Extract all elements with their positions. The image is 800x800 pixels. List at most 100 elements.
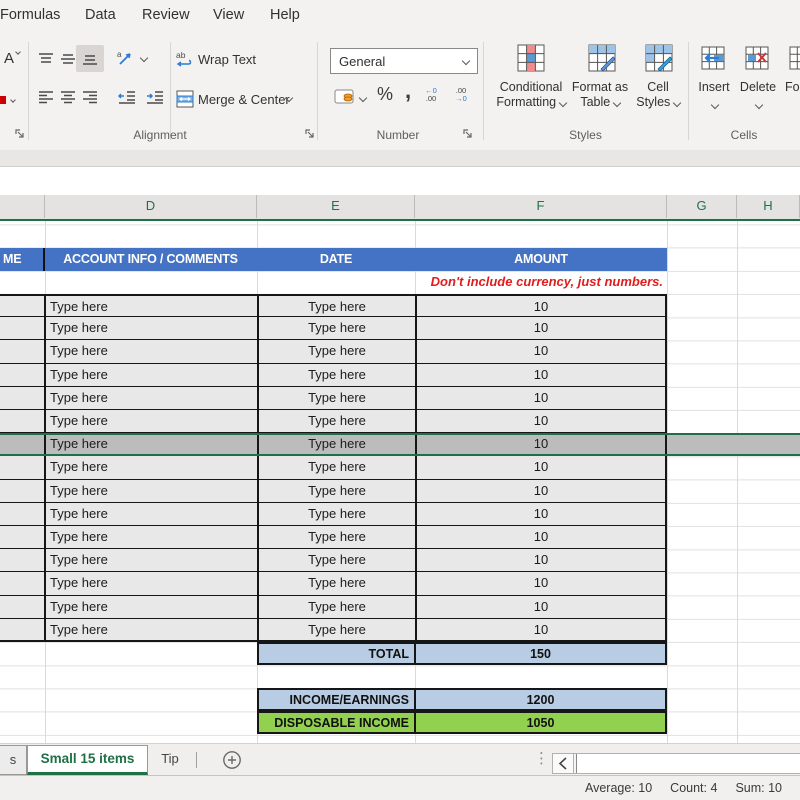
- disposable-label-cell[interactable]: DISPOSABLE INCOME: [257, 711, 415, 734]
- font-color-swatch-fragment[interactable]: [0, 96, 6, 104]
- cell-c[interactable]: [0, 363, 44, 387]
- dialog-launcher-icon[interactable]: [462, 128, 474, 140]
- cell-e[interactable]: Type here: [257, 435, 415, 455]
- cell-d[interactable]: Type here: [44, 340, 257, 364]
- cell-e[interactable]: Type here: [257, 386, 415, 410]
- sheet-tab-active[interactable]: Small 15 items: [27, 745, 148, 775]
- income-label-cell[interactable]: INCOME/EARNINGS: [257, 688, 415, 711]
- delete-button[interactable]: Delete: [736, 80, 780, 95]
- cell-c[interactable]: [0, 549, 44, 573]
- cell-c[interactable]: [0, 317, 44, 341]
- merge-center-icon[interactable]: [176, 90, 194, 108]
- cell-c[interactable]: [0, 595, 44, 619]
- wrap-text-icon[interactable]: ab: [176, 50, 194, 68]
- align-left-icon[interactable]: [38, 89, 54, 105]
- cell-f[interactable]: 10: [415, 340, 667, 364]
- font-size-fragment[interactable]: A: [4, 50, 14, 67]
- format-button-fragment[interactable]: Fo: [785, 80, 800, 95]
- horizontal-scrollbar[interactable]: [552, 753, 800, 774]
- cell-f[interactable]: 10: [415, 386, 667, 410]
- cell-c[interactable]: [0, 572, 44, 596]
- cell-d[interactable]: Type here: [44, 386, 257, 410]
- conditional-formatting-icon[interactable]: [517, 44, 545, 72]
- cell-e[interactable]: Type here: [257, 502, 415, 526]
- wrap-text-button[interactable]: Wrap Text: [198, 52, 256, 67]
- delete-cells-icon[interactable]: [745, 46, 769, 70]
- cell-f[interactable]: 10: [415, 363, 667, 387]
- cell-f[interactable]: 10: [415, 410, 667, 434]
- cell-f[interactable]: 10: [415, 317, 667, 341]
- cell-e[interactable]: Type here: [257, 456, 415, 480]
- ribbon-tab-review[interactable]: Review: [142, 7, 190, 23]
- comma-style-icon[interactable]: ,: [405, 78, 411, 104]
- orientation-icon[interactable]: a: [116, 48, 136, 68]
- cell-f[interactable]: 10: [415, 502, 667, 526]
- cell-e[interactable]: Type here: [257, 618, 415, 642]
- cell-e[interactable]: Type here: [257, 294, 415, 318]
- cell-c[interactable]: [0, 456, 44, 480]
- cell-e[interactable]: Type here: [257, 549, 415, 573]
- column-header-D[interactable]: D: [45, 195, 257, 218]
- cell-d[interactable]: Type here: [44, 456, 257, 480]
- cell-e[interactable]: Type here: [257, 595, 415, 619]
- decrease-indent-icon[interactable]: [118, 89, 136, 105]
- sheet-tab-fragment[interactable]: s: [0, 745, 27, 775]
- top-align-icon[interactable]: [38, 51, 54, 67]
- format-as-table-icon[interactable]: [588, 44, 616, 72]
- cell-d[interactable]: Type here: [44, 294, 257, 318]
- dialog-launcher-icon[interactable]: [304, 128, 316, 140]
- dialog-launcher-icon[interactable]: [14, 128, 26, 140]
- cell-d[interactable]: Type here: [44, 410, 257, 434]
- cell-e[interactable]: Type here: [257, 340, 415, 364]
- cell-e[interactable]: Type here: [257, 479, 415, 503]
- cell-c[interactable]: [0, 618, 44, 642]
- increase-indent-icon[interactable]: [146, 89, 164, 105]
- bottom-align-icon[interactable]: [82, 51, 98, 67]
- column-header-H[interactable]: H: [737, 195, 800, 218]
- sheet-tab-tip[interactable]: Tip: [148, 745, 192, 775]
- decrease-decimal-icon[interactable]: .00 →0: [448, 87, 474, 103]
- increase-decimal-icon[interactable]: ←0.00: [418, 87, 444, 103]
- cell-f[interactable]: 10: [415, 595, 667, 619]
- total-label-cell[interactable]: TOTAL: [257, 642, 415, 665]
- scrollbar-thumb[interactable]: [576, 754, 800, 773]
- cell-c[interactable]: [0, 435, 44, 454]
- percent-style-icon[interactable]: %: [377, 84, 393, 105]
- cell-e[interactable]: Type here: [257, 317, 415, 341]
- number-format-dropdown[interactable]: General: [330, 48, 478, 74]
- middle-align-icon[interactable]: [60, 51, 76, 67]
- ribbon-tab-data[interactable]: Data: [85, 7, 116, 23]
- cell-f[interactable]: 10: [415, 572, 667, 596]
- column-header-E[interactable]: E: [257, 195, 415, 218]
- ribbon-tab-view[interactable]: View: [213, 7, 244, 23]
- align-center-icon[interactable]: [60, 89, 76, 105]
- cell-d[interactable]: Type here: [44, 595, 257, 619]
- cell-f[interactable]: 10: [415, 618, 667, 642]
- disposable-value-cell[interactable]: 1050: [414, 711, 667, 734]
- cell-c[interactable]: [0, 294, 44, 318]
- cell-e[interactable]: Type here: [257, 572, 415, 596]
- new-sheet-icon[interactable]: [222, 750, 242, 770]
- cell-c[interactable]: [0, 502, 44, 526]
- cell-c[interactable]: [0, 479, 44, 503]
- ribbon-tab-help[interactable]: Help: [270, 7, 300, 23]
- align-right-icon[interactable]: [82, 89, 98, 105]
- formula-bar-area[interactable]: [0, 168, 800, 195]
- cell-d[interactable]: Type here: [44, 479, 257, 503]
- cell-f[interactable]: 10: [415, 294, 667, 318]
- cell-d[interactable]: Type here: [44, 317, 257, 341]
- column-header-F[interactable]: F: [415, 195, 667, 218]
- cell-d[interactable]: Type here: [44, 526, 257, 550]
- ribbon-tab-formulas[interactable]: Formulas: [0, 7, 60, 23]
- column-header-G[interactable]: G: [667, 195, 737, 218]
- merge-center-button[interactable]: Merge & Center: [198, 92, 290, 107]
- accounting-format-icon[interactable]: [334, 87, 356, 107]
- format-cells-icon[interactable]: [789, 46, 800, 70]
- cell-c[interactable]: [0, 526, 44, 550]
- insert-cells-icon[interactable]: [701, 46, 725, 70]
- scroll-left-button[interactable]: [553, 754, 574, 773]
- cell-f[interactable]: 10: [415, 526, 667, 550]
- insert-button[interactable]: Insert: [692, 80, 736, 95]
- cell-f[interactable]: 10: [415, 479, 667, 503]
- cell-e[interactable]: Type here: [257, 363, 415, 387]
